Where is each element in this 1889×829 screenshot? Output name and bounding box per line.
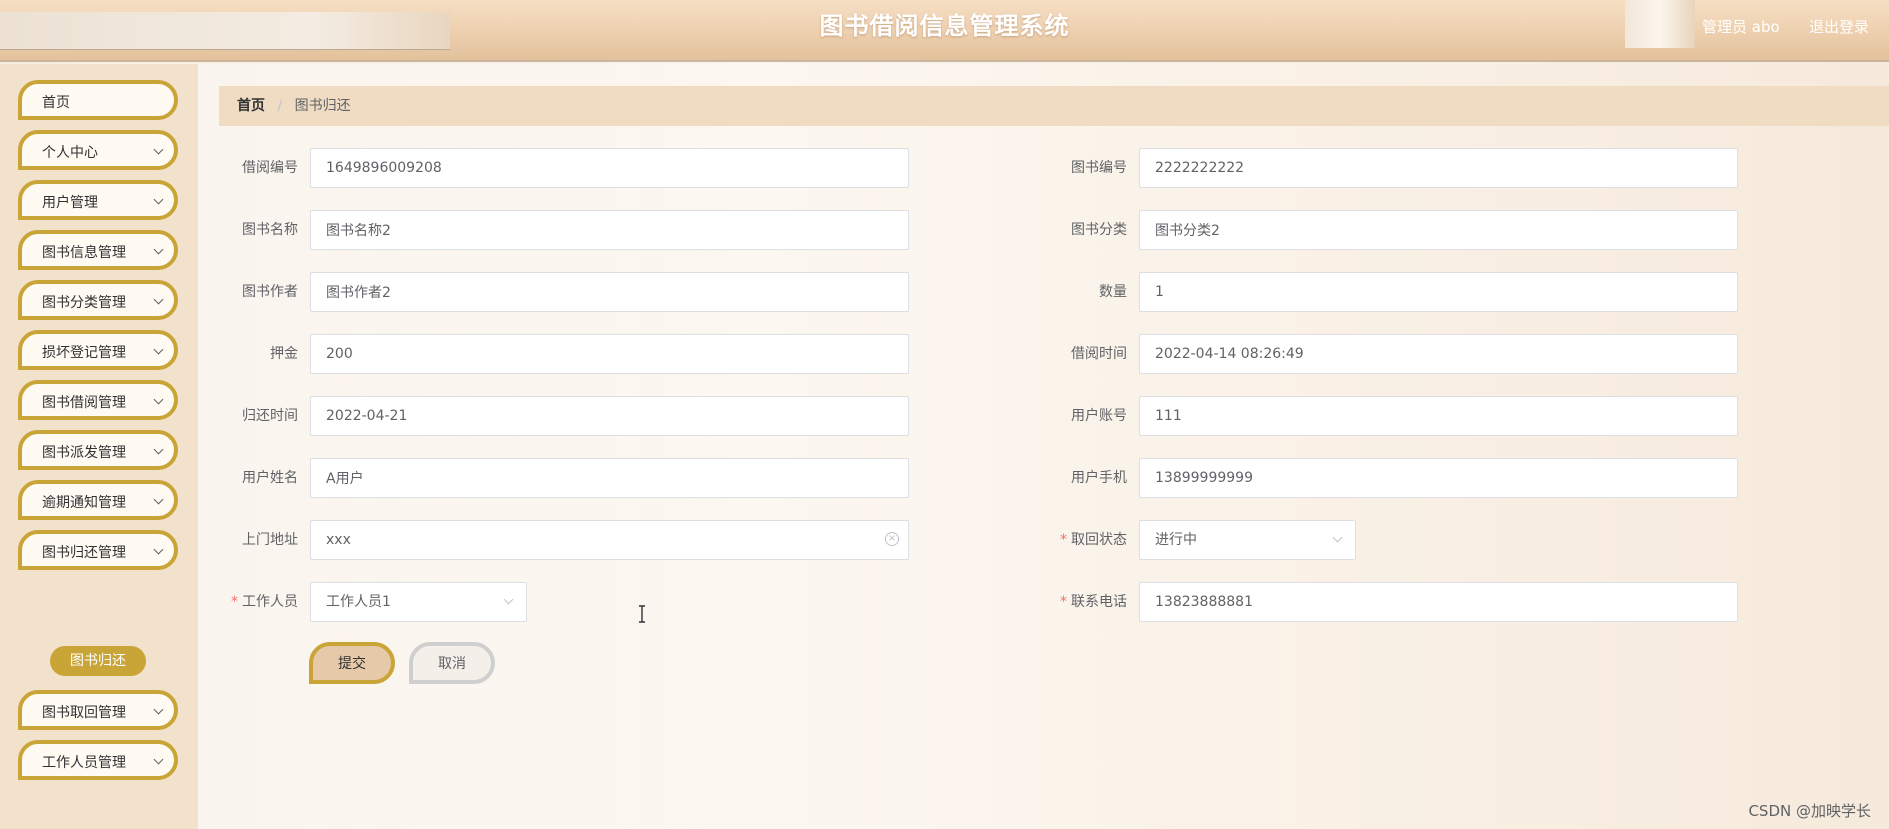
borrow-no-input[interactable] xyxy=(310,148,909,188)
sidebar-subitem-book-return[interactable]: 图书归还 xyxy=(50,646,146,676)
chevron-down-icon xyxy=(153,494,164,505)
sidebar-item-user-management[interactable]: 用户管理 xyxy=(18,180,178,220)
borrow-no-label: 借阅编号 xyxy=(242,160,298,176)
chevron-down-icon xyxy=(153,444,164,455)
sidebar-item-staff-management[interactable]: 工作人员管理 xyxy=(18,740,178,780)
sidebar-item-home[interactable]: 首页 xyxy=(18,80,178,120)
chevron-down-icon xyxy=(153,344,164,355)
required-mark: * xyxy=(231,594,238,610)
address-label: 上门地址 xyxy=(242,532,298,548)
logout-link[interactable]: 退出登录 xyxy=(1809,16,1869,37)
circle-x-icon[interactable]: × xyxy=(885,532,899,546)
staff-label-text: 工作人员 xyxy=(242,594,298,610)
book-category-input[interactable] xyxy=(1139,210,1738,250)
chevron-down-icon xyxy=(153,294,164,305)
chevron-down-icon xyxy=(153,754,164,765)
contact-phone-input[interactable] xyxy=(1139,582,1738,622)
sidebar-item-label: 图书信息管理 xyxy=(42,245,126,261)
chevron-down-icon xyxy=(153,244,164,255)
retrieve-status-label-text: 取回状态 xyxy=(1071,532,1127,548)
required-mark: * xyxy=(1060,532,1067,548)
user-phone-input[interactable] xyxy=(1139,458,1738,498)
address-input[interactable] xyxy=(310,520,909,560)
retrieve-status-label: * 取回状态 xyxy=(1027,520,1127,560)
sidebar-item-book-return-management[interactable]: 图书归还管理 xyxy=(18,530,178,570)
retrieve-status-value: 进行中 xyxy=(1155,532,1197,548)
chevron-down-icon xyxy=(153,144,164,155)
sidebar-item-label: 图书借阅管理 xyxy=(42,395,126,411)
sidebar-item-label: 工作人员管理 xyxy=(42,755,126,771)
sidebar-menu: 首页 个人中心 用户管理 图书信息管理 图书分类管理 损坏登记管理 图书借阅管理… xyxy=(0,64,198,829)
user-account-input[interactable] xyxy=(1139,396,1738,436)
breadcrumb: 首页 / 图书归还 xyxy=(219,86,1889,126)
return-time-label: 归还时间 xyxy=(242,408,298,424)
user-name-label: 用户姓名 xyxy=(242,470,298,486)
borrow-time-input[interactable] xyxy=(1139,334,1738,374)
user-account-label: 用户账号 xyxy=(1071,408,1127,424)
book-name-label: 图书名称 xyxy=(242,222,298,238)
book-category-label: 图书分类 xyxy=(1071,222,1127,238)
retrieve-status-select[interactable]: 进行中 xyxy=(1139,520,1356,560)
chevron-down-icon xyxy=(1332,532,1343,543)
submit-button[interactable]: 提交 xyxy=(309,642,395,684)
sidebar-item-book-category-management[interactable]: 图书分类管理 xyxy=(18,280,178,320)
book-author-input[interactable] xyxy=(310,272,909,312)
chevron-down-icon xyxy=(503,594,514,605)
chevron-down-icon xyxy=(153,544,164,555)
cancel-button[interactable]: 取消 xyxy=(409,642,495,684)
sidebar-item-label: 用户管理 xyxy=(42,195,98,211)
text-cursor-icon xyxy=(639,605,645,623)
borrow-time-label: 借阅时间 xyxy=(1071,346,1127,362)
sidebar-item-label: 图书分类管理 xyxy=(42,295,126,311)
contact-phone-label-text: 联系电话 xyxy=(1071,594,1127,610)
book-author-label: 图书作者 xyxy=(242,284,298,300)
top-header: 图书借阅信息管理系统 管理员 abo 退出登录 xyxy=(0,0,1889,62)
address-field: × xyxy=(310,520,909,560)
sidebar-item-label: 个人中心 xyxy=(42,145,98,161)
book-no-input[interactable] xyxy=(1139,148,1738,188)
user-phone-label: 用户手机 xyxy=(1071,470,1127,486)
sidebar-item-damage-registration[interactable]: 损坏登记管理 xyxy=(18,330,178,370)
quantity-label: 数量 xyxy=(1099,284,1127,300)
required-mark: * xyxy=(1060,594,1067,610)
return-time-input[interactable] xyxy=(310,396,909,436)
book-name-input[interactable] xyxy=(310,210,909,250)
sidebar-item-label: 损坏登记管理 xyxy=(42,345,126,361)
staff-label: * 工作人员 xyxy=(198,582,298,622)
sidebar-item-book-retrieve-management[interactable]: 图书取回管理 xyxy=(18,690,178,730)
chevron-down-icon xyxy=(153,394,164,405)
book-no-label: 图书编号 xyxy=(1071,160,1127,176)
staff-select[interactable]: 工作人员1 xyxy=(310,582,527,622)
chevron-down-icon xyxy=(153,194,164,205)
sidebar-item-label: 逾期通知管理 xyxy=(42,495,126,511)
sidebar-item-book-borrow-management[interactable]: 图书借阅管理 xyxy=(18,380,178,420)
sidebar-item-personal-center[interactable]: 个人中心 xyxy=(18,130,178,170)
sidebar-item-label: 首页 xyxy=(42,95,70,111)
quantity-input[interactable] xyxy=(1139,272,1738,312)
staff-value: 工作人员1 xyxy=(326,594,391,610)
deposit-input[interactable] xyxy=(310,334,909,374)
app-title: 图书借阅信息管理系统 xyxy=(819,12,1070,40)
chevron-down-icon xyxy=(153,704,164,715)
breadcrumb-current: 图书归还 xyxy=(294,98,351,114)
deposit-label: 押金 xyxy=(270,346,298,362)
sidebar-item-label: 图书取回管理 xyxy=(42,705,126,721)
sidebar-item-label: 图书派发管理 xyxy=(42,445,126,461)
watermark: CSDN @加映学长 xyxy=(1748,802,1871,820)
contact-phone-label: * 联系电话 xyxy=(1027,582,1127,622)
breadcrumb-separator: / xyxy=(277,98,283,114)
sidebar-item-book-dispatch-management[interactable]: 图书派发管理 xyxy=(18,430,178,470)
sidebar-item-overdue-notice-management[interactable]: 逾期通知管理 xyxy=(18,480,178,520)
breadcrumb-home[interactable]: 首页 xyxy=(237,98,265,114)
sidebar-item-label: 图书归还管理 xyxy=(42,545,126,561)
current-user: 管理员 abo xyxy=(1702,18,1780,36)
user-name-input[interactable] xyxy=(310,458,909,498)
sidebar-item-book-info-management[interactable]: 图书信息管理 xyxy=(18,230,178,270)
main-content: 首页 / 图书归还 借阅编号 图书编号 图书名称 图书分类 图书作者 数量 押金… xyxy=(198,64,1889,829)
